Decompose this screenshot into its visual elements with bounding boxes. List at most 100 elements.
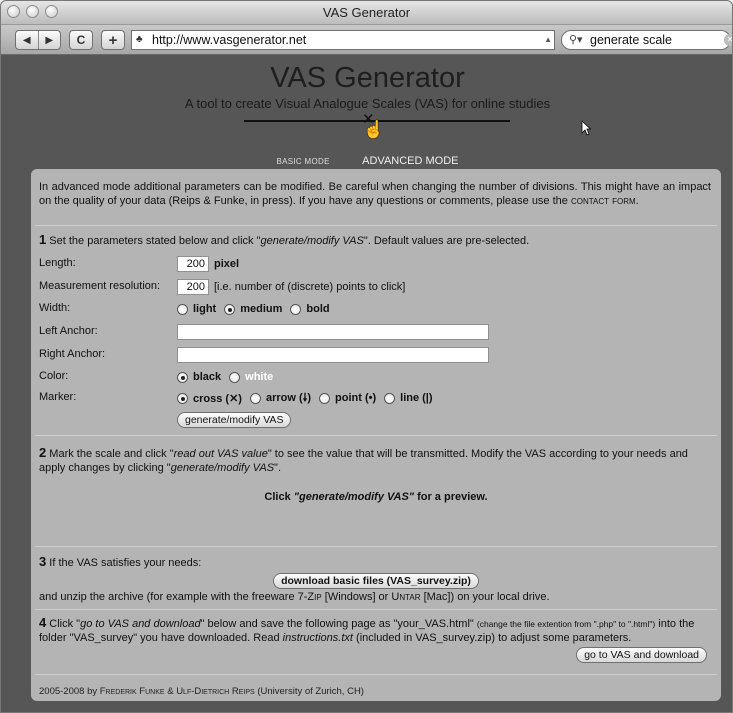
marker-arrow-radio[interactable] (249, 392, 261, 404)
step-text: If the VAS satisfies your needs: (46, 557, 202, 569)
download-row: download basic files (VAS_survey.zip) (31, 573, 721, 589)
width-light-radio[interactable] (177, 303, 188, 315)
preview-text: for a preview. (414, 491, 488, 503)
title-bar: VAS Generator (1, 1, 732, 25)
color-black-label: black (193, 371, 222, 383)
marker-point-label: point (•) (335, 392, 377, 404)
reload-button[interactable]: C (69, 30, 93, 50)
preview-text: Click (264, 491, 294, 503)
globe-favicon-icon: ♣ (136, 34, 143, 45)
width-options: light medium bold (177, 300, 338, 318)
length-input[interactable]: 200 (177, 256, 209, 272)
step-4-heading: 4 Click "go to VAS and download" below a… (39, 616, 711, 645)
marker-options: cross (✕) arrow (🠗) point (•) line (|) (177, 389, 441, 407)
width-light-label: light (193, 303, 217, 315)
marker-point-radio[interactable] (319, 392, 331, 404)
back-button[interactable]: ◀ (16, 35, 38, 46)
right-anchor-input[interactable] (177, 347, 489, 363)
color-black-radio[interactable] (177, 371, 188, 383)
footer-affiliation: (University of Zurich, CH) (254, 686, 364, 697)
hand-pointer-icon: ☝ (363, 120, 385, 139)
step-text: ". Default values are pre-selected. (363, 235, 530, 247)
color-label: Color: (39, 370, 69, 382)
footer: 2005-2008 by Frederik Funke & Ulf-Dietri… (39, 686, 364, 697)
step-3-heading: 3 If the VAS satisfies your needs: (39, 555, 711, 570)
left-anchor-label: Left Anchor: (39, 325, 98, 337)
color-options: black white (177, 368, 281, 386)
advanced-form-panel: In advanced mode additional parameters c… (31, 169, 721, 701)
7zip-link[interactable]: 7-Zip (298, 591, 322, 603)
step-text: [Mac]) on your local drive. (420, 591, 550, 603)
marker-line-label: line (|) (400, 392, 433, 404)
contact-form-link[interactable]: contact form (571, 195, 636, 207)
clear-search-icon[interactable]: ✕ (724, 34, 732, 46)
basic-mode-link[interactable]: BASIC MODE (276, 157, 329, 166)
resolution-control: 200 [i.e. number of (discrete) points to… (177, 278, 405, 296)
mode-switch: BASIC MODE ADVANCED MODE (1, 151, 732, 169)
browser-toolbar: ◀ ▶ C + ♣ http://www.vasgenerator.net ▲ … (1, 25, 732, 55)
preview-text-em: "generate/modify VAS" (293, 491, 415, 503)
width-bold-label: bold (306, 303, 330, 315)
step-text: and unzip the archive (for example with … (39, 591, 298, 603)
width-bold-radio[interactable] (290, 303, 302, 315)
new-tab-button[interactable]: + (101, 30, 125, 50)
left-anchor-control (177, 323, 489, 341)
step-text: Click " (46, 618, 81, 630)
step-text: (included in VAS_survey.zip) to adjust s… (352, 632, 632, 644)
color-white-radio[interactable] (229, 371, 241, 383)
width-medium-radio[interactable] (224, 303, 236, 315)
length-label: Length: (39, 257, 76, 269)
untar-link[interactable]: Untar (391, 591, 420, 603)
back-forward-buttons: ◀ ▶ (15, 30, 61, 50)
arrow-cursor-icon (581, 120, 591, 136)
download-basic-files-button[interactable]: download basic files (VAS_survey.zip) (273, 573, 479, 589)
generate-modify-vas-button[interactable]: generate/modify VAS (177, 412, 292, 428)
right-anchor-label: Right Anchor: (39, 348, 106, 360)
go-to-vas-and-download-button[interactable]: go to VAS and download (576, 647, 707, 663)
resolution-label: Measurement resolution: (39, 280, 161, 292)
author-link[interactable]: Ulf-Dietrich Reips (176, 686, 255, 697)
generate-control: generate/modify VAS (177, 411, 292, 429)
step-text-em: generate/modify VAS (260, 235, 364, 247)
search-input[interactable]: ⚲▾ generate scale ✕ (561, 30, 732, 50)
step-1-heading: 1 Set the parameters stated below and cl… (39, 233, 711, 248)
advanced-mode-link[interactable]: ADVANCED MODE (362, 155, 458, 167)
footer-amp: & (164, 686, 177, 697)
footer-years: 2005-2008 by (39, 686, 100, 697)
left-anchor-input[interactable] (177, 324, 489, 340)
resolution-hint: [i.e. number of (discrete) points to cli… (214, 281, 406, 293)
author-link[interactable]: Frederik Funke (100, 686, 165, 697)
go-button-row: go to VAS and download (576, 647, 707, 663)
page-title: VAS Generator (270, 62, 465, 94)
step-text: " below and save the following page as "… (200, 618, 477, 630)
intro-text: In advanced mode additional parameters c… (39, 180, 711, 208)
divider (35, 435, 717, 436)
marker-cross-label: cross (✕) (193, 392, 242, 405)
resolution-input[interactable]: 200 (177, 279, 209, 295)
forward-button[interactable]: ▶ (39, 35, 61, 46)
preview-placeholder: Click "generate/modify VAS" for a previe… (31, 491, 721, 503)
marker-arrow-label: arrow (🠗) (265, 391, 312, 404)
length-unit: pixel (214, 258, 240, 270)
url-dropdown-icon[interactable]: ▲ (544, 31, 552, 49)
search-value: generate scale (590, 33, 673, 47)
marker-cross-radio[interactable] (177, 392, 188, 404)
url-text: http://www.vasgenerator.net (152, 33, 307, 47)
marker-label: Marker: (39, 391, 77, 403)
page-subtitle: A tool to create Visual Analogue Scales … (184, 96, 551, 111)
search-icon: ⚲▾ (569, 34, 583, 46)
marker-line-radio[interactable] (384, 392, 396, 404)
width-medium-label: medium (240, 303, 283, 315)
divider (35, 674, 717, 675)
step-2-heading: 2 Mark the scale and click "read out VAS… (39, 446, 711, 475)
color-white-label: white (245, 371, 274, 383)
web-page: VAS Generator A tool to create Visual An… (1, 56, 732, 712)
extension-note: (change the file extention from ".php" t… (476, 619, 656, 629)
step-text-em: go to VAS and download (80, 618, 201, 630)
right-anchor-control (177, 346, 489, 364)
divider (35, 225, 717, 226)
address-bar[interactable]: ♣ http://www.vasgenerator.net ▲ (131, 30, 555, 50)
divider (35, 609, 717, 610)
step-text: [Windows] or (321, 591, 392, 603)
step-text-em: instructions.txt (282, 632, 353, 644)
